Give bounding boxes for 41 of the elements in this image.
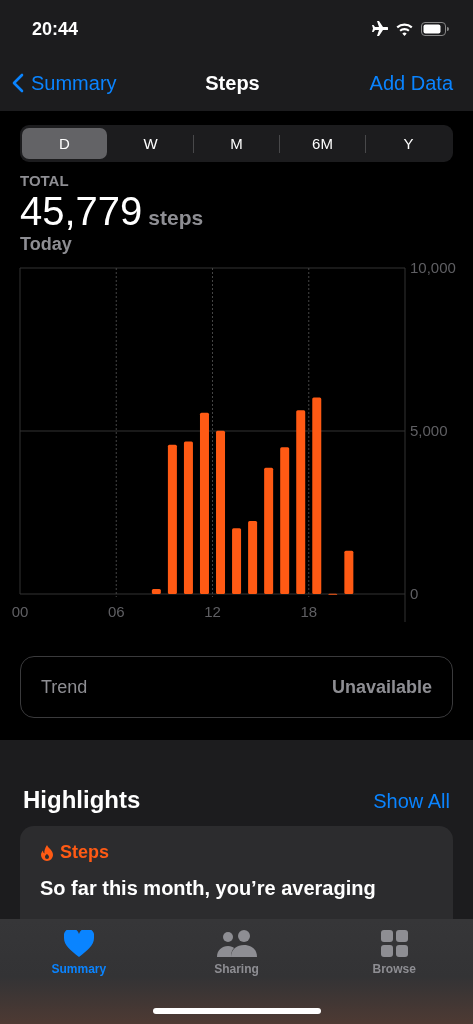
y-axis-label: 10,000 bbox=[410, 259, 456, 276]
highlight-card[interactable]: Steps So far this month, you’re averaging bbox=[20, 826, 453, 919]
highlight-text: So far this month, you’re averaging bbox=[40, 877, 377, 900]
add-data-link[interactable]: Add Data bbox=[369, 71, 453, 95]
total-unit: steps bbox=[148, 206, 204, 230]
range-tab[interactable]: W bbox=[108, 128, 193, 159]
step-bar bbox=[151, 589, 161, 594]
tab-bar-item[interactable]: Summary bbox=[0, 929, 158, 977]
x-axis-label: 18 bbox=[300, 603, 318, 620]
y-axis-label: 5,000 bbox=[410, 422, 448, 439]
tab-bar-item[interactable]: Sharing bbox=[157, 929, 316, 977]
grid-icon bbox=[380, 930, 408, 957]
total-label: TOTAL bbox=[20, 172, 70, 189]
range-tab[interactable]: 6M bbox=[280, 128, 365, 159]
page-title: Steps bbox=[205, 71, 260, 95]
flame-icon bbox=[40, 844, 54, 861]
status-time: 20:44 bbox=[32, 18, 79, 40]
period-label: Today bbox=[20, 234, 73, 255]
chevron-left-icon bbox=[12, 73, 24, 93]
people-icon bbox=[216, 930, 257, 957]
wifi-icon bbox=[396, 22, 413, 36]
step-bar bbox=[232, 528, 242, 594]
tab-bar-item[interactable]: Browse bbox=[315, 929, 473, 977]
trend-value: Unavailable bbox=[331, 676, 432, 698]
section-title: Highlights bbox=[23, 786, 141, 814]
airplane-icon bbox=[370, 21, 388, 37]
range-tab[interactable]: D bbox=[22, 128, 107, 159]
y-axis-label: 0 bbox=[410, 585, 419, 602]
x-axis-label: 06 bbox=[107, 603, 125, 620]
back-link[interactable]: Summary bbox=[12, 71, 117, 95]
x-axis-label: 12 bbox=[204, 603, 221, 620]
show-all-link[interactable]: Show All bbox=[373, 790, 450, 813]
step-bar bbox=[344, 550, 354, 594]
total-value: 45,779 bbox=[20, 189, 143, 234]
range-tab[interactable]: M bbox=[194, 128, 279, 159]
battery-icon bbox=[421, 22, 449, 36]
range-tab[interactable]: Y bbox=[366, 128, 451, 159]
trend-label: Trend bbox=[41, 676, 88, 698]
highlight-category: Steps bbox=[60, 842, 110, 863]
heart-icon bbox=[63, 930, 94, 957]
x-axis-label: 00 bbox=[11, 603, 29, 620]
